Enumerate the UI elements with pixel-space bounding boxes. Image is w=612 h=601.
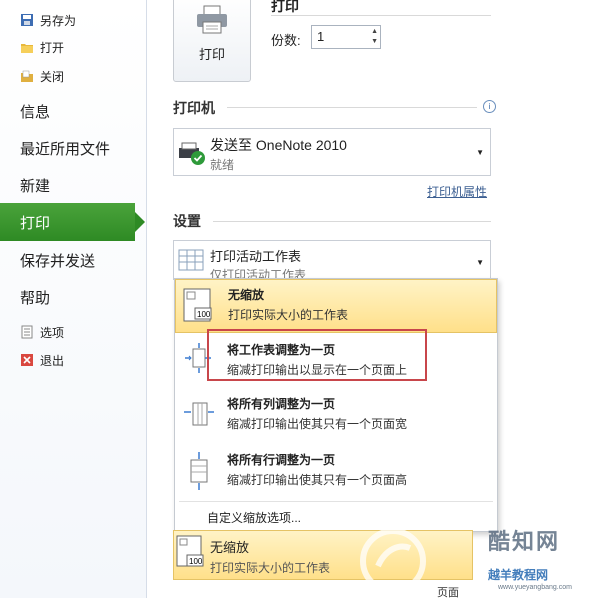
print-menu-item[interactable]: 打印 xyxy=(0,203,145,241)
close-label: 关闭 xyxy=(40,69,65,84)
custom-scaling-options-link[interactable]: 自定义缩放选项... xyxy=(207,509,301,526)
printer-properties-link[interactable]: 打印机属性 xyxy=(427,183,487,200)
printer-icon xyxy=(195,5,229,38)
divider xyxy=(271,15,491,16)
open-folder-icon xyxy=(20,40,34,54)
option-desc: 缩减打印输出使其只有一个页面高 xyxy=(227,473,408,487)
print-button-label: 打印 xyxy=(198,47,225,62)
open-label: 打开 xyxy=(40,40,65,55)
backstage-sidebar: 另存为 打开 关闭 信息 最近所用文件 新建 打印 保存并发送 帮助 选项 退出 xyxy=(0,0,147,598)
scaling-select-title: 无缩放 xyxy=(210,540,250,555)
scaling-option-fit-sheet[interactable]: 将工作表调整为一页 缩减打印输出以显示在一个页面上 xyxy=(175,335,497,389)
no-scaling-icon: 100 xyxy=(182,286,216,326)
scaling-dropdown-menu: 100 无缩放 打印实际大小的工作表 将工作表调整为一页 缩减打印输出以显示在一… xyxy=(174,278,498,532)
info-menu-item[interactable]: 信息 xyxy=(20,96,50,126)
options-menu-item[interactable]: 选项 xyxy=(20,322,64,342)
no-scaling-icon: 100 xyxy=(176,535,206,580)
scaling-option-fit-rows[interactable]: 将所有行调整为一页 缩减打印输出使其只有一个页面高 xyxy=(175,445,497,499)
chevron-down-icon: ▼ xyxy=(476,148,484,157)
divider xyxy=(227,107,477,108)
close-menu-item[interactable]: 关闭 xyxy=(20,66,64,86)
copies-label: 份数: xyxy=(271,33,301,48)
fit-rows-icon xyxy=(181,451,215,491)
printer-section-title: 打印机 xyxy=(173,100,215,116)
save-as-icon xyxy=(20,13,34,27)
worksheet-icon xyxy=(178,249,204,276)
chevron-down-icon: ▼ xyxy=(476,258,484,267)
exit-label: 退出 xyxy=(40,353,65,368)
svg-text:100: 100 xyxy=(197,310,211,319)
fit-columns-icon xyxy=(181,395,215,435)
settings-section-title: 设置 xyxy=(173,213,201,229)
print-button[interactable]: 打印 xyxy=(173,0,251,82)
scaling-option-no-scaling[interactable]: 100 无缩放 打印实际大小的工作表 xyxy=(175,279,497,333)
option-title: 无缩放 xyxy=(228,288,265,302)
print-pane: 打印 打印 份数: 1 ▲ ▼ 打印机 i 发送至 OneNote 2010 就绪… xyxy=(147,0,612,599)
onenote-printer-icon xyxy=(178,139,208,172)
copies-value: 1 xyxy=(317,29,325,44)
info-icon[interactable]: i xyxy=(483,100,496,113)
options-label: 选项 xyxy=(40,325,65,340)
option-title: 将所有列调整为一页 xyxy=(227,397,336,411)
printer-status: 就绪 xyxy=(210,158,235,172)
option-title: 将所有行调整为一页 xyxy=(227,453,336,467)
save-and-send-menu-item[interactable]: 保存并发送 xyxy=(20,245,95,275)
printer-select[interactable]: 发送至 OneNote 2010 就绪 ▼ xyxy=(173,128,491,176)
close-folder-icon xyxy=(20,69,34,83)
exit-menu-item[interactable]: 退出 xyxy=(20,350,64,370)
options-icon xyxy=(20,325,34,339)
fit-sheet-icon xyxy=(181,341,215,381)
open-menu-item[interactable]: 打开 xyxy=(20,37,64,57)
svg-text:100: 100 xyxy=(189,557,203,566)
print-title: 打印 xyxy=(271,0,299,14)
print-what-select[interactable]: 打印活动工作表 仅打印活动工作表 ▼ xyxy=(173,240,491,280)
new-menu-item[interactable]: 新建 xyxy=(20,170,50,200)
help-menu-item[interactable]: 帮助 xyxy=(20,282,50,312)
option-desc: 缩减打印输出使其只有一个页面宽 xyxy=(227,417,408,431)
printer-name: 发送至 OneNote 2010 xyxy=(210,137,347,153)
save-as-menu-item[interactable]: 另存为 xyxy=(20,10,76,30)
save-as-label: 另存为 xyxy=(40,13,77,28)
scaling-option-fit-columns[interactable]: 将所有列调整为一页 缩减打印输出使其只有一个页面宽 xyxy=(175,389,497,443)
copies-input[interactable]: 1 ▲ ▼ xyxy=(311,25,381,49)
print-what-title: 打印活动工作表 xyxy=(210,249,302,264)
option-title: 将工作表调整为一页 xyxy=(227,343,336,357)
recent-files-menu-item[interactable]: 最近所用文件 xyxy=(20,133,110,163)
menu-separator xyxy=(179,501,493,502)
exit-icon xyxy=(20,353,34,367)
option-desc: 打印实际大小的工作表 xyxy=(228,308,349,322)
copies-spinner-icon[interactable]: ▲ ▼ xyxy=(371,27,378,47)
option-desc: 缩减打印输出以显示在一个页面上 xyxy=(227,363,408,377)
scaling-select[interactable]: 100 无缩放 打印实际大小的工作表 xyxy=(173,530,473,580)
scaling-select-desc: 打印实际大小的工作表 xyxy=(210,561,331,575)
divider xyxy=(213,221,491,222)
